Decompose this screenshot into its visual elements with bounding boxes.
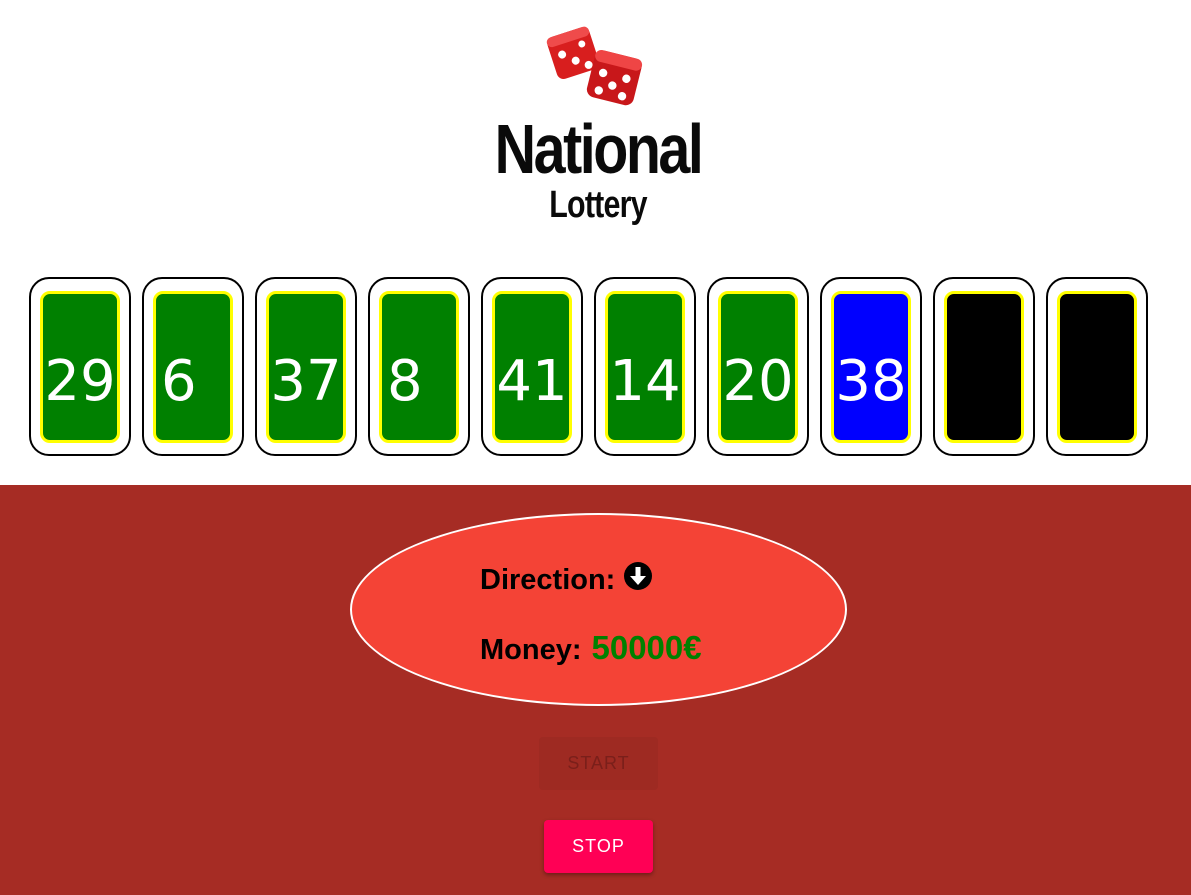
ball-slot: 14 — [594, 277, 696, 456]
ball-slot — [933, 277, 1035, 456]
money-row: Money: 50000€ — [480, 629, 702, 667]
money-label: Money: — [480, 634, 582, 666]
ball-slot: 41 — [481, 277, 583, 456]
ball-drawn: 41 — [492, 290, 572, 443]
ball-pending — [1057, 290, 1137, 443]
ball-drawn: 14 — [605, 290, 685, 443]
lottery-page: National Lottery 29 6 37 8 41 14 20 38 Directio… — [0, 0, 1191, 895]
ball-drawn: 37 — [266, 290, 346, 443]
ball-drawn: 8 — [379, 290, 459, 443]
direction-row: Direction: — [480, 559, 653, 597]
ball-slot: 20 — [707, 277, 809, 456]
ball-slot — [1046, 277, 1148, 456]
ball-drawn: 29 — [40, 290, 120, 443]
arrow-down-circle-icon — [624, 562, 653, 590]
stop-button[interactable]: STOP — [544, 820, 653, 873]
ball-drawn: 6 — [153, 290, 233, 443]
logo-subtitle: Lottery — [549, 184, 647, 226]
control-panel: Direction: Money: 50000€ START STOP — [0, 485, 1191, 895]
ball-slot: 6 — [142, 277, 244, 456]
ball-slot: 38 — [820, 277, 922, 456]
ball-row: 29 6 37 8 41 14 20 38 — [29, 277, 1148, 456]
ball-slot: 8 — [368, 277, 470, 456]
logo-title: National — [494, 110, 704, 188]
national-lottery-logo: National Lottery — [470, 18, 730, 233]
dice-icon — [546, 26, 643, 106]
direction-label: Direction: — [480, 564, 616, 596]
ball-slot: 29 — [29, 277, 131, 456]
info-panel: Direction: Money: 50000€ — [350, 513, 847, 706]
ball-drawn: 20 — [718, 290, 798, 443]
ball-pending — [944, 290, 1024, 443]
ball-bonus: 38 — [831, 290, 911, 443]
start-button[interactable]: START — [539, 737, 658, 790]
money-value: 50000€ — [591, 629, 702, 666]
ball-slot: 37 — [255, 277, 357, 456]
